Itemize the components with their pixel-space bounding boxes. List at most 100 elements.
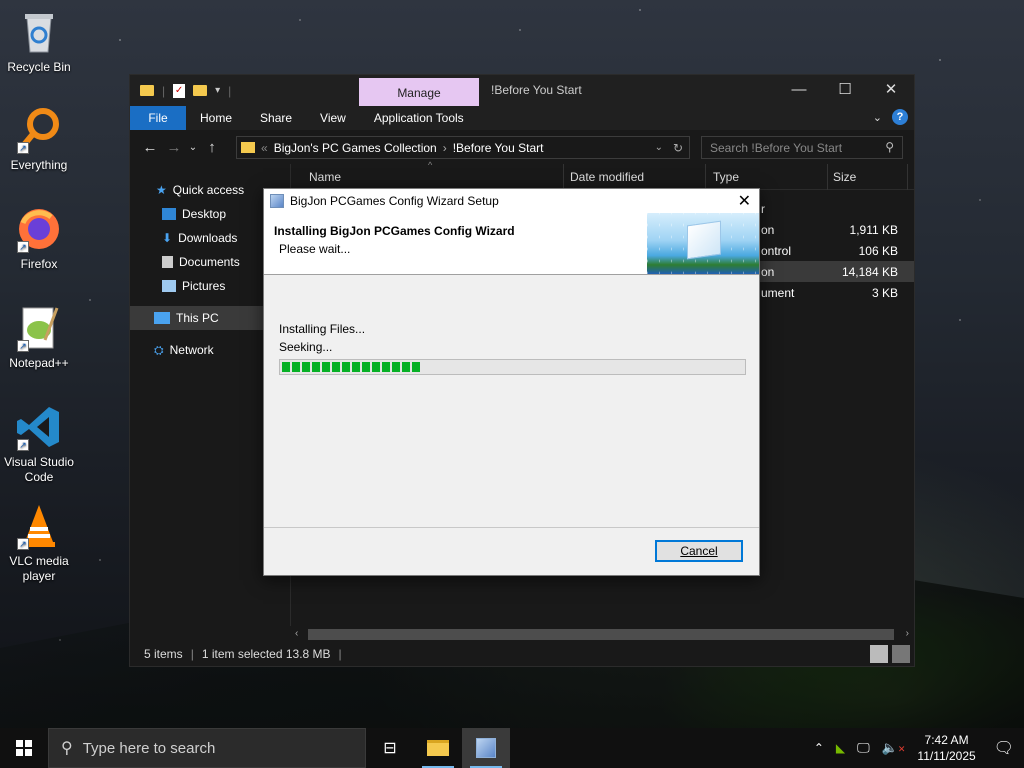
breadcrumb-current[interactable]: !Before You Start [453, 141, 544, 155]
tab-view[interactable]: View [306, 106, 360, 130]
desktop-icon-everything[interactable]: ↗ Everything [0, 106, 78, 173]
address-bar[interactable]: « BigJon's PC Games Collection › !Before… [236, 136, 690, 159]
desktop-icon-recycle-bin[interactable]: Recycle Bin [0, 8, 78, 75]
search-input[interactable]: Search !Before You Start ⚲ [701, 136, 903, 159]
column-type[interactable]: Type [713, 170, 739, 184]
search-icon: ⚲ [61, 740, 73, 757]
dialog-header: Installing BigJon PCGames Config Wizard … [264, 213, 759, 275]
refresh-icon[interactable]: ↻ [673, 141, 683, 155]
row-type: ument [761, 286, 795, 300]
tab-share[interactable]: Share [246, 106, 306, 130]
row-size: 106 KB [858, 244, 898, 258]
clock-date: 11/11/2025 [917, 749, 976, 763]
tab-home[interactable]: Home [186, 106, 246, 130]
clock-time: 7:42 AM [924, 733, 969, 747]
breadcrumb-parent[interactable]: BigJon's PC Games Collection [274, 141, 437, 155]
scroll-left-icon[interactable]: ‹ [295, 626, 298, 642]
row-type: on [761, 265, 775, 279]
recent-locations-icon[interactable]: ⌄ [186, 142, 200, 153]
network-status-icon[interactable]: 🖵 [857, 740, 870, 756]
minimize-icon[interactable]: — [776, 75, 822, 106]
overflow-icon: « [261, 140, 268, 155]
taskbar-search-box[interactable]: ⚲ Type here to search [48, 728, 366, 768]
maximize-icon[interactable]: ☐ [822, 75, 868, 106]
task-view-button[interactable]: ⊟ [366, 728, 414, 768]
system-clock[interactable]: 7:42 AM 11/11/2025 [917, 732, 975, 764]
desktop-icon-firefox[interactable]: ↗ Firefox [0, 205, 78, 272]
folder-icon [140, 85, 154, 96]
help-icon[interactable]: ? [892, 109, 908, 125]
taskbar-file-explorer[interactable] [414, 728, 462, 768]
cube-icon [687, 220, 721, 260]
details-view-icon[interactable] [870, 645, 888, 663]
back-arrow-icon[interactable]: ← [138, 139, 162, 156]
volume-muted-icon[interactable]: 🔈✕ [882, 740, 906, 756]
desktop-icon-vscode[interactable]: ↗ Visual Studio Code [0, 403, 78, 485]
pictures-icon [162, 280, 176, 292]
row-size: 1,911 KB [849, 223, 898, 237]
documents-icon [162, 256, 173, 268]
taskbar: ⚲ Type here to search ⊟ ⌃ ◣ 🖵 🔈✕ 7:42 AM… [0, 728, 1024, 768]
desktop-icon-label: Visual Studio Code [4, 455, 74, 484]
dialog-subheading: Please wait... [279, 242, 351, 256]
forward-arrow-icon[interactable]: → [162, 139, 186, 156]
star-icon: ★ [156, 183, 167, 197]
manage-tab[interactable]: Manage [359, 78, 479, 106]
desktop-icon-notepad-plus-plus[interactable]: ↗ Notepad++ [0, 304, 78, 371]
up-arrow-icon[interactable]: ↑ [200, 139, 224, 156]
show-hidden-icons-icon[interactable]: ⌃ [814, 741, 824, 755]
sidebar-item-label: Quick access [172, 183, 245, 197]
dialog-body: Installing Files... Seeking... [264, 275, 759, 525]
notepad-plus-plus-icon: ↗ [15, 304, 63, 352]
desktop-icon-label: Everything [10, 158, 68, 172]
column-size[interactable]: Size [833, 170, 856, 184]
taskbar-installer[interactable] [462, 728, 510, 768]
nvidia-icon[interactable]: ◣ [836, 741, 845, 755]
close-icon[interactable]: ✕ [868, 75, 914, 106]
separator: | [228, 83, 232, 98]
quick-access-toolbar: | ✓ ▾ | [130, 83, 232, 98]
horizontal-scrollbar[interactable]: ‹ › [290, 626, 914, 642]
address-dropdown-icon[interactable]: ⌄ [655, 142, 663, 153]
task-view-icon: ⊟ [383, 740, 397, 757]
tab-file[interactable]: File [130, 106, 186, 130]
folder-icon [241, 142, 255, 153]
notifications-icon[interactable]: 🗨 [994, 738, 1014, 758]
column-date-modified[interactable]: Date modified [570, 170, 644, 184]
progress-bar-fill [282, 362, 421, 372]
system-tray: ⌃ ◣ 🖵 🔈✕ 7:42 AM 11/11/2025 🗨 [814, 728, 1024, 768]
desktop-icon-label: Notepad++ [9, 356, 69, 370]
column-name[interactable]: Name [309, 170, 341, 184]
new-folder-icon[interactable] [193, 85, 208, 96]
address-row: ← → ⌄ ↑ « BigJon's PC Games Collection ›… [130, 130, 914, 164]
desktop-icon-label: VLC media player [9, 554, 69, 583]
desktop-icon-vlc[interactable]: ↗ VLC media player [0, 502, 78, 584]
expand-ribbon-icon[interactable]: ⌄ [873, 111, 882, 124]
customize-toolbar-icon[interactable]: ▾ [215, 85, 220, 96]
desktop-icon-label: Recycle Bin [7, 60, 71, 74]
close-icon[interactable]: ✕ [738, 191, 751, 211]
separator: | [162, 83, 166, 98]
tab-application-tools[interactable]: Application Tools [360, 106, 478, 130]
selection-info: 1 item selected 13.8 MB [201, 647, 331, 661]
installer-banner-image [647, 213, 759, 274]
desktop-icon-label: Firefox [20, 257, 58, 271]
large-icons-view-icon[interactable] [892, 645, 910, 663]
scroll-right-icon[interactable]: › [906, 626, 909, 642]
taskbar-search-placeholder: Type here to search [82, 739, 216, 757]
windows-logo-icon [16, 740, 32, 756]
ribbon: File Home Share View Application Tools ⌄… [130, 106, 914, 130]
scrollbar-thumb[interactable] [308, 629, 894, 640]
search-placeholder: Search !Before You Start [710, 141, 843, 155]
cancel-button[interactable]: Cancel [655, 540, 743, 562]
sidebar-item-label: Desktop [182, 207, 227, 221]
desktop-icon [162, 208, 176, 220]
network-icon: ⛭ [154, 343, 164, 357]
window-title: !Before You Start [491, 83, 582, 97]
row-type: on [761, 223, 775, 237]
properties-icon[interactable]: ✓ [173, 83, 186, 98]
shortcut-arrow-icon: ↗ [17, 241, 29, 253]
everything-icon: ↗ [15, 106, 63, 154]
start-button[interactable] [0, 728, 48, 768]
computer-icon [154, 312, 170, 324]
